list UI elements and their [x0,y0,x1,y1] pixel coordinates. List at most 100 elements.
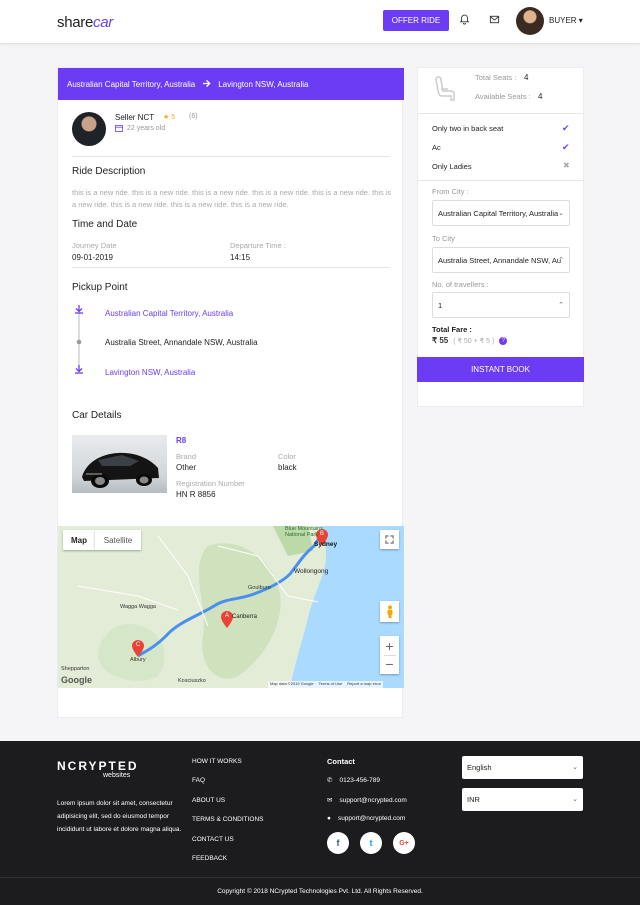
footer-link-faq[interactable]: FAQ [192,777,205,784]
footer-link-feedback[interactable]: FEEDBACK [192,855,227,862]
chevron-down-icon: ⌄ [558,210,564,217]
to-city-label: To City [432,234,455,243]
time-date-title: Time and Date [72,219,138,230]
pref-ac: Ac [432,143,441,152]
total-seats-label: Total Seats : [475,73,517,82]
language-select[interactable]: English ⌄ [462,756,583,779]
available-seats-value: 4 [538,92,543,101]
journey-date-value: 09-01-2019 [72,253,113,262]
map-city-label: Wagga Wagga [120,604,156,610]
departure-time-value: 14:15 [230,253,251,262]
footer-link-terms[interactable]: TERMS & CONDITIONS [192,816,264,823]
registration-value: HN R 8856 [176,490,216,499]
user-avatar[interactable] [516,7,544,35]
chevron-up-icon: ⌃ [558,302,564,309]
google-logo: Google [61,675,92,685]
map-city-label: Albury [130,657,146,663]
from-city-label: From City : [432,187,469,196]
contact-email-1[interactable]: ✉ support@ncrypted.com [327,796,407,805]
color-label: Color [278,452,296,461]
map-view-tab[interactable]: Map [63,530,95,550]
pickup-end-icon [75,365,83,374]
contact-title: Contact [327,757,355,766]
waypoint-dot [76,339,82,345]
google-plus-icon[interactable]: G+ [393,832,415,854]
zoom-in-icon[interactable]: + [385,638,393,655]
chevron-down-icon: ▾ [578,16,583,25]
map-terms-link[interactable]: Terms of Use [319,681,343,688]
star-icon: ★ [163,114,170,121]
footer-logo[interactable]: NCRYPTED [57,759,139,773]
ride-description-title: Ride Description [72,166,146,177]
pickup-point-title: Pickup Point [72,282,128,293]
help-icon[interactable]: ? [499,336,508,345]
fullscreen-icon[interactable] [380,530,399,549]
brand-value: Other [176,463,197,472]
site-logo[interactable]: sharecar [57,14,113,31]
from-city-select[interactable]: Australian Capital Territory, Australia ⌄ [432,200,570,226]
ride-details-card: Australian Capital Territory, Australia … [57,67,404,718]
fare-value: ₹ 55 [432,336,449,345]
pegman-icon[interactable] [380,601,399,622]
cross-icon: ✖ [563,161,570,170]
bell-icon[interactable] [457,12,471,26]
travellers-select[interactable]: 1 ⌃ [432,292,570,318]
rating-count: (6) [189,113,198,120]
pickup-start[interactable]: Australian Capital Territory, Australia [105,309,233,318]
route-to: Lavington NSW, Australia [218,79,309,89]
seller-name[interactable]: Seller NCT [115,113,154,122]
chevron-up-icon: ⌃ [558,257,564,264]
seller-age: 22 years old [115,124,165,132]
seller-rating: ★ 5 [163,114,176,121]
route-map[interactable]: Map Satellite + − B A C Blue Mountains N… [58,526,404,688]
ride-description-text: this is a new ride. this is a new ride. … [72,188,392,209]
fare-breakdown: ( ₹ 50 + ₹ 5 ) [453,337,495,345]
booking-card: Total Seats : 4 Available Seats : 4 Only… [417,67,584,407]
divider [72,156,390,157]
satellite-view-tab[interactable]: Satellite [95,530,141,550]
pickup-timeline [75,305,83,374]
seat-icon [433,75,457,105]
travellers-label: No. of travellers : [432,280,489,289]
pickup-waypoint: Australia Street, Annandale NSW, Austral… [105,338,258,347]
map-city-label: Shepparton [61,666,90,672]
mail-icon[interactable] [487,12,501,26]
instant-book-button[interactable]: INSTANT BOOK [417,357,584,382]
divider [0,877,640,878]
footer-about: Lorem ipsum dolor sit amet, consectetur … [57,800,182,833]
pref-back-seat: Only two in back seat [432,124,504,133]
contact-email-2[interactable]: ● support@ncrypted.com [327,815,405,822]
car-details-title: Car Details [72,410,122,421]
available-seats-label: Available Seats : [475,92,531,101]
route-bar: Australian Capital Territory, Australia … [58,68,404,100]
calendar-icon [115,125,123,132]
car-image [72,435,167,493]
facebook-icon[interactable]: f [327,832,349,854]
footer: NCRYPTED websites Lorem ipsum dolor sit … [0,741,640,905]
total-seats-value: 4 [524,73,529,82]
offer-ride-button[interactable]: OFFER RIDE [383,10,449,31]
to-city-select[interactable]: Australia Street, Annandale NSW, Au ⌃ [432,247,570,273]
divider [418,113,583,114]
phone-icon: ✆ [327,777,333,784]
currency-select[interactable]: INR ⌄ [462,788,583,811]
twitter-icon[interactable]: t [360,832,382,854]
seller-avatar[interactable] [72,112,106,146]
divider [418,180,583,181]
registration-label: Registration Number [176,479,245,488]
map-city-label: Canberra [232,614,258,620]
footer-link-about[interactable]: ABOUT US [192,797,225,804]
footer-link-contact[interactable]: CONTACT US [192,836,234,843]
car-model[interactable]: R8 [176,436,186,445]
check-icon: ✔ [562,142,570,152]
pickup-end[interactable]: Lavington NSW, Australia [105,368,195,377]
chevron-down-icon: ⌄ [572,796,578,803]
color-value: black [278,463,297,472]
report-map-error-link[interactable]: Report a map error [347,681,381,688]
top-header: sharecar OFFER RIDE BUYER ▾ [0,0,640,44]
user-menu[interactable]: BUYER ▾ [549,16,583,25]
zoom-out-icon[interactable]: − [385,656,393,673]
contact-phone: ✆ 0123-456-789 [327,776,380,785]
footer-link-how-it-works[interactable]: HOW IT WORKS [192,758,242,765]
zoom-controls: + − [380,636,399,674]
